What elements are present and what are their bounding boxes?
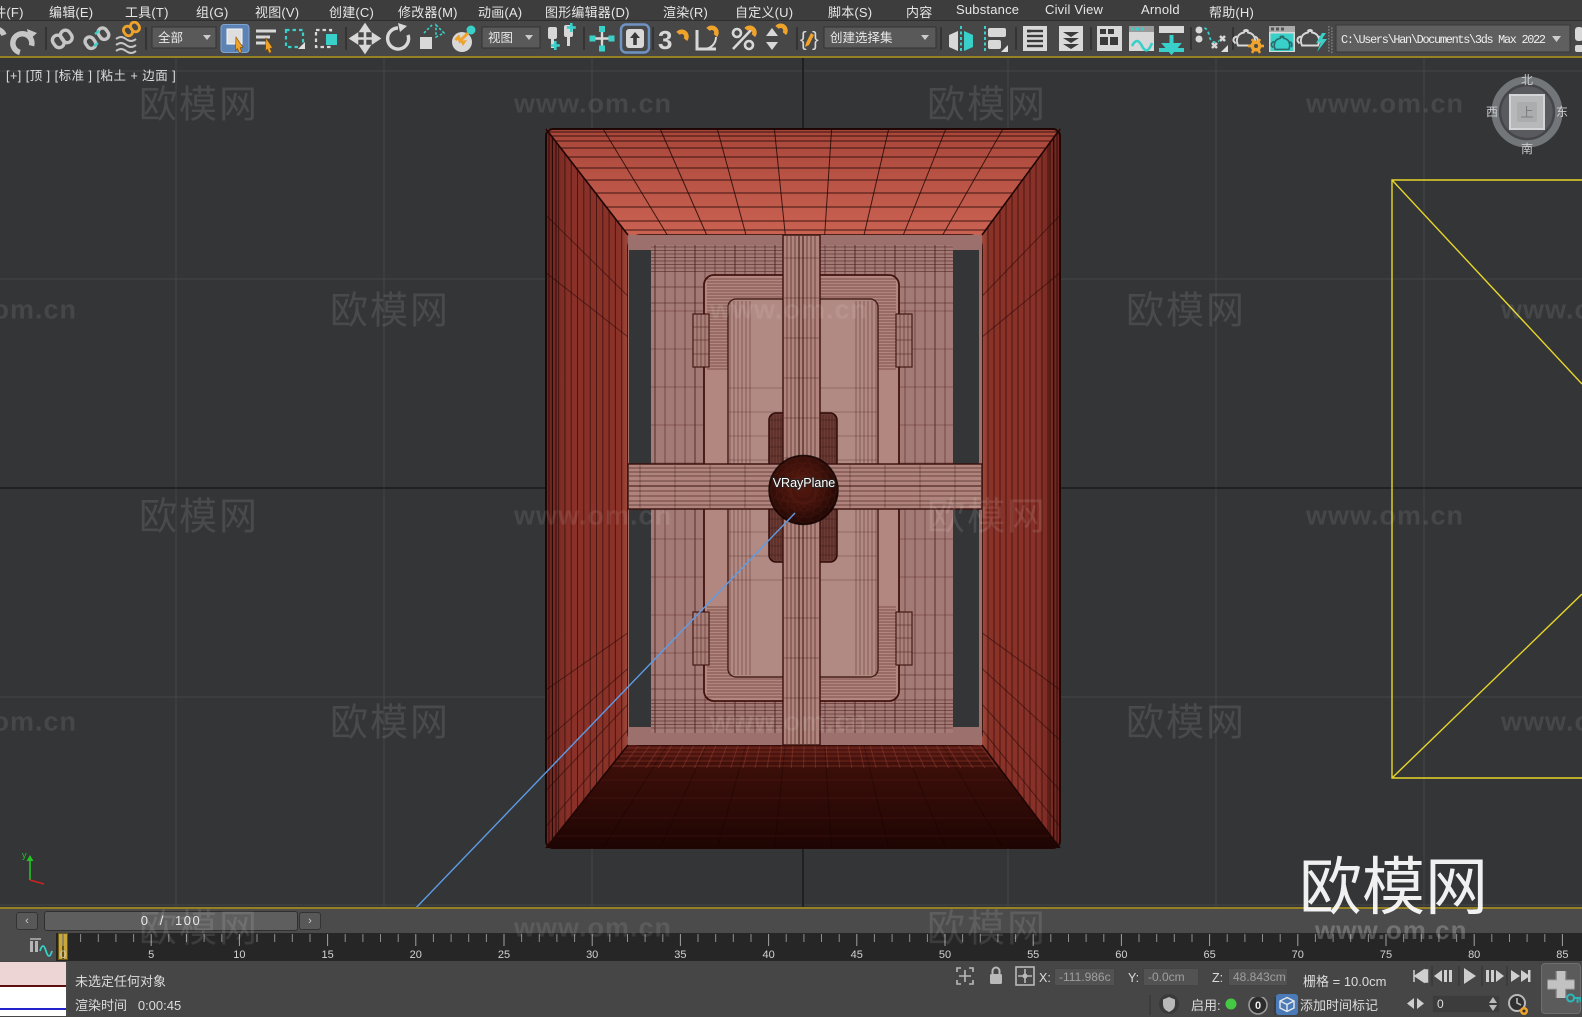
svg-text:15: 15 <box>321 949 333 961</box>
svg-text:3: 3 <box>658 25 672 55</box>
svg-text:65: 65 <box>1203 949 1215 961</box>
svg-text:60: 60 <box>1115 949 1127 961</box>
svg-text:全部: 全部 <box>158 27 183 46</box>
svg-text:50: 50 <box>939 949 951 961</box>
svg-text:10: 10 <box>233 949 245 961</box>
svg-text:0: 0 <box>1255 1000 1261 1012</box>
svg-text:东: 东 <box>1556 103 1568 120</box>
svg-text:85: 85 <box>1556 949 1568 961</box>
svg-text:30: 30 <box>586 949 598 961</box>
svg-text:80: 80 <box>1468 949 1480 961</box>
svg-text:5: 5 <box>148 949 154 961</box>
svg-text:70: 70 <box>1292 949 1304 961</box>
svg-text:南: 南 <box>1521 140 1533 157</box>
svg-text:25: 25 <box>498 949 510 961</box>
svg-text:视图: 视图 <box>488 27 513 46</box>
svg-text:45: 45 <box>851 949 863 961</box>
svg-text:}: } <box>812 29 819 51</box>
svg-text:55: 55 <box>1027 949 1039 961</box>
svg-text:西: 西 <box>1486 103 1498 120</box>
svg-text:{: { <box>800 29 807 51</box>
svg-text:35: 35 <box>674 949 686 961</box>
svg-text:40: 40 <box>762 949 774 961</box>
svg-text:创建选择集: 创建选择集 <box>830 27 893 46</box>
svg-text:VRayPlane: VRayPlane <box>773 476 836 490</box>
svg-text:75: 75 <box>1380 949 1392 961</box>
svg-text:0: 0 <box>60 949 66 961</box>
svg-text:北: 北 <box>1521 71 1533 88</box>
svg-text:20: 20 <box>410 949 422 961</box>
svg-text:y: y <box>22 850 27 860</box>
svg-text:C:\Users\Han\Documents\3ds Max: C:\Users\Han\Documents\3ds Max 2022 <box>1341 33 1546 47</box>
svg-text:上: 上 <box>1520 102 1533 121</box>
